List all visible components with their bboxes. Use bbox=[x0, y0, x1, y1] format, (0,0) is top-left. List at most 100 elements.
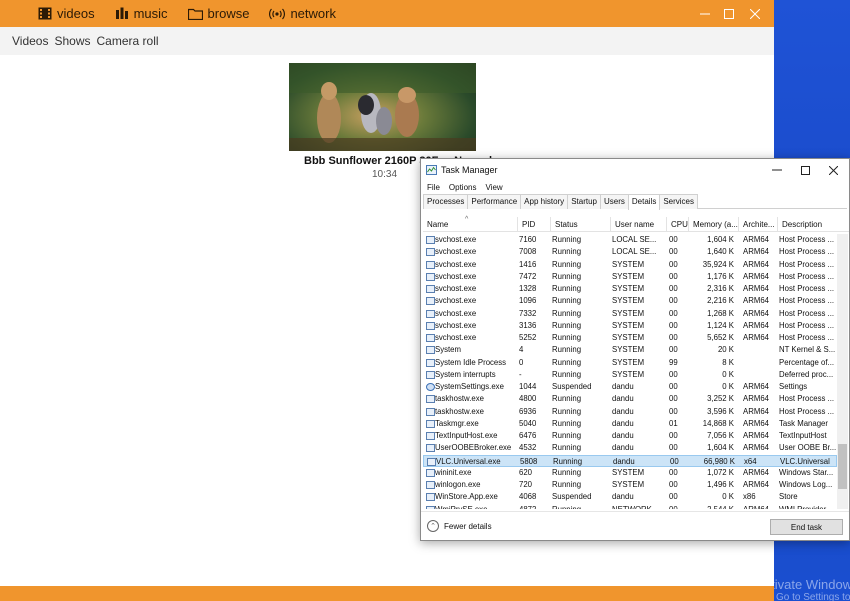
table-row[interactable]: svchost.exe 7008 Running LOCAL SE... 00 1,640… bbox=[423, 246, 837, 258]
table-cell: ARM64 bbox=[743, 235, 769, 244]
table-cell: 00 bbox=[669, 382, 678, 391]
nav-browse-label: browse bbox=[207, 6, 250, 21]
table-row[interactable]: svchost.exe 7472 Running SYSTEM 00 1,176 K ARM… bbox=[423, 271, 837, 283]
table-row[interactable]: SystemSettings.exe 1044 Suspended dandu 00 0 … bbox=[423, 381, 837, 393]
table-row[interactable]: System Idle Process 0 Running SYSTEM 99 8 K Pe… bbox=[423, 357, 837, 369]
table-row[interactable]: svchost.exe 7160 Running LOCAL SE... 00 1,604… bbox=[423, 234, 837, 246]
table-row[interactable]: Taskmgr.exe 5040 Running dandu 01 14,868 K ARM… bbox=[423, 418, 837, 430]
table-cell: NETWORK bbox=[612, 504, 652, 510]
table-cell: Host Process ... bbox=[779, 259, 835, 269]
table-cell: 5040 bbox=[519, 418, 537, 428]
column-header-memory[interactable]: Memory (a... bbox=[688, 217, 738, 232]
table-cell bbox=[743, 344, 777, 356]
table-cell: 00 bbox=[669, 504, 678, 510]
table-cell: Running bbox=[552, 369, 582, 379]
table-row[interactable]: WmiPrvSE.exe 4872 Running NETWORK 00 2,544 K A… bbox=[423, 504, 837, 510]
table-row[interactable]: svchost.exe 7332 Running SYSTEM 00 1,268 K ARM… bbox=[423, 308, 837, 320]
table-cell: ARM64 bbox=[743, 320, 769, 330]
table-row[interactable]: winlogon.exe 720 Running SYSTEM 00 1,496 K ARM… bbox=[423, 479, 837, 491]
table-cell: svchost.exe bbox=[435, 284, 477, 293]
tab-app-history[interactable]: App history bbox=[520, 194, 569, 209]
table-cell: Host Process ... bbox=[779, 284, 835, 293]
table-row[interactable]: svchost.exe 3136 Running SYSTEM 00 1,124 K ARM… bbox=[423, 320, 837, 332]
table-row[interactable]: svchost.exe 5252 Running SYSTEM 00 5,652 K ARM… bbox=[423, 332, 837, 344]
table-cell: Running bbox=[552, 296, 582, 306]
subnav-camera-roll[interactable]: Camera roll bbox=[97, 34, 159, 48]
process-icon bbox=[426, 407, 435, 416]
tm-close-button[interactable] bbox=[817, 159, 849, 181]
column-header-pid[interactable]: PID bbox=[517, 217, 550, 232]
process-list-scrollbar[interactable] bbox=[837, 234, 848, 509]
table-cell: 4 bbox=[519, 345, 524, 355]
table-cell: 00 bbox=[669, 443, 678, 453]
table-row[interactable]: wininit.exe 620 Running SYSTEM 00 1,072 K ARM6… bbox=[423, 467, 837, 479]
tab-details[interactable]: Details bbox=[627, 194, 661, 210]
tab-performance[interactable]: Performance bbox=[467, 194, 522, 209]
table-cell: 99 bbox=[669, 357, 678, 367]
menu-view[interactable]: View bbox=[485, 183, 502, 192]
table-cell: Host Process ... bbox=[779, 394, 835, 404]
task-manager-icon bbox=[426, 165, 437, 175]
table-cell: 3,252 K bbox=[707, 394, 734, 404]
table-cell: ARM64 bbox=[743, 296, 769, 306]
table-cell: Percentage of... bbox=[779, 357, 835, 367]
table-row[interactable]: svchost.exe 1328 Running SYSTEM 00 2,316 K ARM… bbox=[423, 283, 837, 295]
fewer-details-button[interactable]: ⌃ Fewer details bbox=[427, 520, 492, 532]
nav-network[interactable]: network bbox=[269, 6, 336, 21]
tab-services[interactable]: Services bbox=[659, 194, 699, 209]
table-row[interactable]: TextInputHost.exe 6476 Running dandu 00 7,056… bbox=[423, 430, 837, 442]
table-row[interactable]: taskhostw.exe 4800 Running dandu 00 3,252 K AR… bbox=[423, 393, 837, 405]
column-header-cpu[interactable]: CPU bbox=[666, 217, 688, 232]
table-cell: Suspended bbox=[552, 382, 592, 391]
table-row[interactable]: WinStore.App.exe 4068 Suspended dandu 00 0 K x… bbox=[423, 491, 837, 503]
subnav-shows[interactable]: Shows bbox=[54, 34, 90, 48]
column-header-description[interactable]: Description bbox=[777, 217, 847, 232]
tab-processes[interactable]: Processes bbox=[423, 194, 469, 209]
table-cell: SYSTEM bbox=[612, 308, 645, 318]
menu-options[interactable]: Options bbox=[449, 183, 477, 192]
table-cell: 4800 bbox=[519, 394, 537, 404]
table-cell: 00 bbox=[669, 369, 678, 379]
column-header-status[interactable]: Status bbox=[550, 217, 610, 232]
video-thumbnail[interactable] bbox=[289, 63, 476, 151]
table-cell: System interrupts bbox=[435, 369, 496, 379]
table-cell: 20 K bbox=[717, 345, 734, 355]
table-row[interactable]: svchost.exe 1096 Running SYSTEM 00 2,216 K ARM… bbox=[423, 295, 837, 307]
tab-users[interactable]: Users bbox=[599, 194, 629, 209]
table-cell: 7160 bbox=[519, 235, 537, 244]
table-row[interactable]: VLC.Universal.exe 5808 Running dandu 00 66,98… bbox=[423, 454, 837, 467]
table-cell: 4872 bbox=[519, 504, 537, 510]
table-cell: 1416 bbox=[519, 259, 537, 269]
column-header-name[interactable]: Name bbox=[423, 217, 517, 232]
nav-videos[interactable]: videos bbox=[38, 6, 95, 21]
table-cell: 2,316 K bbox=[707, 284, 734, 293]
nav-music[interactable]: music bbox=[115, 6, 168, 21]
tm-menubar: File Options View bbox=[421, 181, 849, 194]
table-cell: dandu bbox=[612, 492, 634, 502]
table-row[interactable]: UserOOBEBroker.exe 4532 Running dandu 00 1,60… bbox=[423, 442, 837, 454]
table-row[interactable]: System interrupts - Running SYSTEM 00 0 K Defe… bbox=[423, 369, 837, 381]
vlc-close-button[interactable] bbox=[732, 0, 778, 27]
table-cell: Running bbox=[552, 284, 582, 293]
table-cell: 5808 bbox=[520, 456, 538, 466]
column-header-username[interactable]: User name bbox=[610, 217, 666, 232]
process-icon bbox=[426, 395, 435, 404]
table-cell: 1328 bbox=[519, 284, 537, 293]
menu-file[interactable]: File bbox=[427, 183, 440, 192]
subnav-videos[interactable]: Videos bbox=[12, 34, 48, 48]
table-cell: 5252 bbox=[519, 333, 537, 342]
table-cell: 00 bbox=[669, 431, 678, 440]
column-header-architecture[interactable]: Archite... bbox=[738, 217, 777, 232]
table-cell: 00 bbox=[669, 480, 678, 489]
table-row[interactable]: taskhostw.exe 6936 Running dandu 00 3,596 K AR… bbox=[423, 406, 837, 418]
table-cell: ARM64 bbox=[743, 271, 769, 281]
table-row[interactable]: System 4 Running SYSTEM 00 20 K NT Kernel & S.… bbox=[423, 344, 837, 356]
tab-startup[interactable]: Startup bbox=[567, 194, 601, 209]
nav-browse[interactable]: browse bbox=[187, 6, 250, 21]
table-cell: Running bbox=[552, 345, 582, 355]
table-cell: Suspended bbox=[552, 492, 592, 502]
scrollbar-thumb[interactable] bbox=[838, 444, 847, 489]
table-row[interactable]: svchost.exe 1416 Running SYSTEM 00 35,924 K AR… bbox=[423, 259, 837, 271]
chevron-up-icon: ⌃ bbox=[427, 520, 439, 532]
end-task-button[interactable]: End task bbox=[770, 519, 843, 535]
